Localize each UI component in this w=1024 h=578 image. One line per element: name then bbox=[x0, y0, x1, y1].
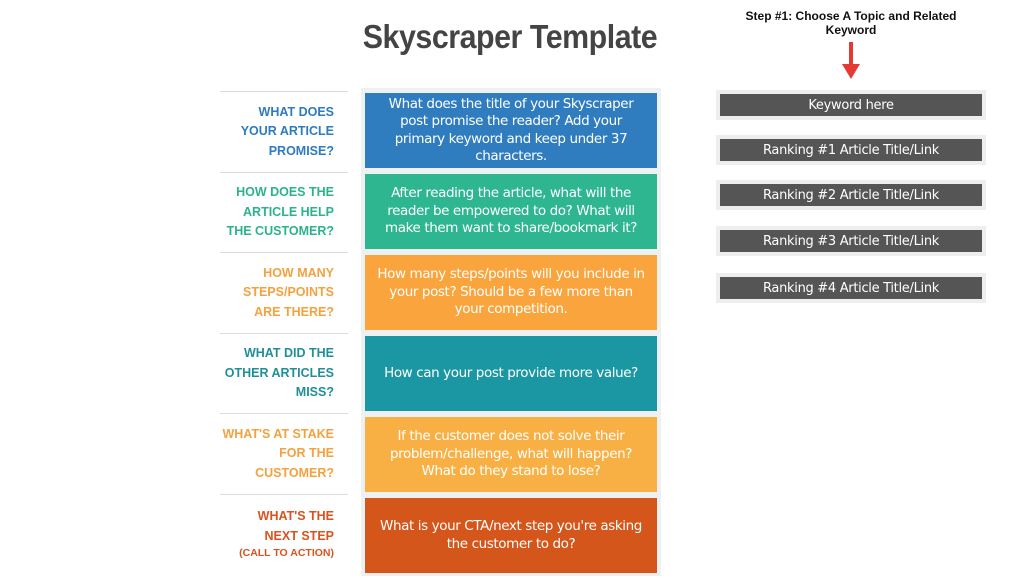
question-box: How many steps/points will you include i… bbox=[365, 255, 657, 330]
ranking-article-box[interactable]: Ranking #1 Article Title/Link bbox=[716, 135, 986, 165]
keyword-text: Keyword here bbox=[720, 94, 982, 116]
question-box: If the customer does not solve their pro… bbox=[365, 417, 657, 492]
row-label-line: ARE THERE? bbox=[254, 304, 334, 319]
row-label: HOW MANY STEPS/POINTS ARE THERE? bbox=[220, 252, 348, 333]
ranking-article-box[interactable]: Ranking #2 Article Title/Link bbox=[716, 180, 986, 210]
question-box: How can your post provide more value? bbox=[365, 336, 657, 411]
row-label: WHAT DOES YOUR ARTICLE PROMISE? bbox=[220, 91, 348, 172]
row-label: WHAT'S THE NEXT STEP (CALL TO ACTION) bbox=[220, 493, 348, 575]
row-label-line: STEPS/POINTS bbox=[243, 285, 334, 299]
row-label: WHAT DID THE OTHER ARTICLES MISS? bbox=[220, 332, 348, 414]
row-label-line: FOR THE bbox=[279, 446, 334, 460]
down-arrow-icon bbox=[842, 42, 860, 79]
question-box: What is your CTA/next step you're asking… bbox=[365, 498, 657, 573]
row-label-line: OTHER ARTICLES bbox=[224, 365, 334, 380]
keyword-box[interactable]: Keyword here bbox=[716, 90, 986, 120]
row-label-line: PROMISE? bbox=[268, 143, 334, 158]
row-label: HOW DOES THE ARTICLE HELP THE CUSTOMER? bbox=[220, 171, 348, 253]
ranking-article-box[interactable]: Ranking #4 Article Title/Link bbox=[716, 273, 986, 303]
row-label-line: CUSTOMER? bbox=[255, 465, 334, 480]
question-boxes: What does the title of your Skyscraper p… bbox=[361, 88, 661, 576]
ranking-article-text: Ranking #4 Article Title/Link bbox=[720, 277, 982, 299]
ranking-article-text: Ranking #1 Article Title/Link bbox=[720, 139, 982, 161]
row-label-line: HOW DOES THE bbox=[236, 185, 334, 199]
row-label: WHAT'S AT STAKE FOR THE CUSTOMER? bbox=[220, 413, 348, 494]
row-label-line: WHAT'S AT STAKE bbox=[222, 426, 334, 441]
ranking-article-text: Ranking #2 Article Title/Link bbox=[720, 184, 982, 206]
row-label-line: WHAT DOES bbox=[258, 104, 334, 119]
ranking-article-text: Ranking #3 Article Title/Link bbox=[720, 230, 982, 252]
ranking-article-box[interactable]: Ranking #3 Article Title/Link bbox=[716, 226, 986, 256]
row-label-line: WHAT'S THE bbox=[257, 509, 334, 524]
row-label-line: HOW MANY bbox=[263, 265, 334, 280]
row-label-line: YOUR ARTICLE bbox=[240, 124, 334, 138]
arrow-shaft bbox=[849, 42, 853, 66]
row-labels: WHAT DOES YOUR ARTICLE PROMISE? HOW DOES TH… bbox=[220, 91, 348, 574]
row-label-line: (CALL TO ACTION) bbox=[239, 547, 334, 560]
row-label-line: MISS? bbox=[295, 385, 334, 399]
row-label-line: NEXT STEP bbox=[264, 528, 334, 543]
row-label-line: THE CUSTOMER? bbox=[226, 224, 334, 238]
arrow-head bbox=[842, 64, 860, 79]
question-box: What does the title of your Skyscraper p… bbox=[365, 93, 657, 168]
row-label-line: ARTICLE HELP bbox=[243, 204, 334, 219]
page-title: Skyscraper Template bbox=[362, 18, 658, 55]
step-title: Step #1: Choose A Topic and Related Keyw… bbox=[745, 9, 957, 37]
question-box: After reading the article, what will the… bbox=[365, 174, 657, 249]
row-label-line: WHAT DID THE bbox=[243, 346, 334, 360]
